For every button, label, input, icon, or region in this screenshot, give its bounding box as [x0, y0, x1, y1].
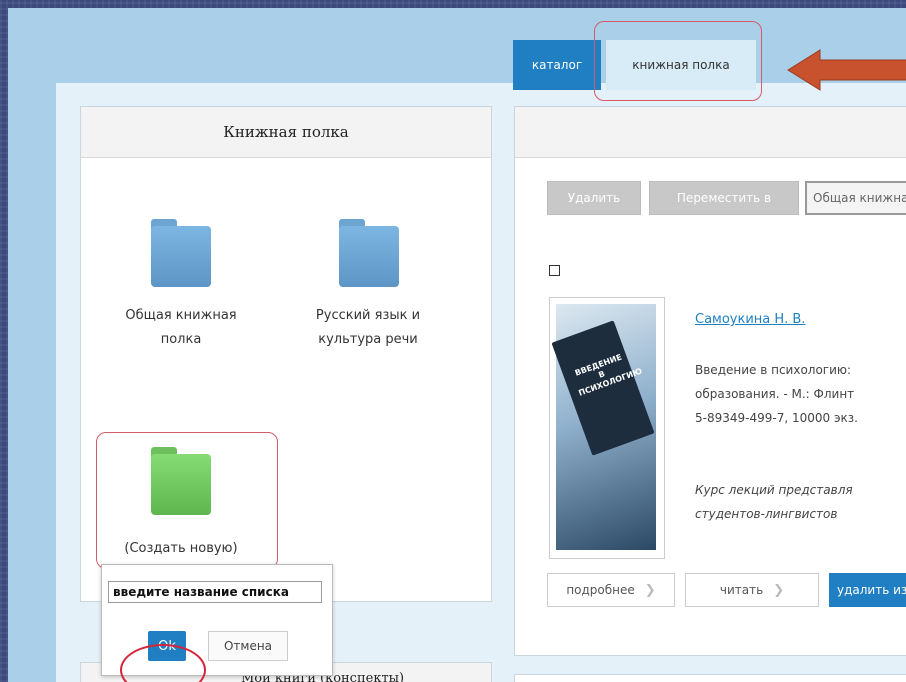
create-folder-highlight-frame [96, 432, 278, 569]
remove-from-shelf-button[interactable]: удалить из полки [829, 573, 906, 607]
tab-highlight-frame [594, 21, 762, 101]
chevron-right-icon: ❯ [773, 582, 785, 598]
book-author-link[interactable]: Самоукина Н. В. [695, 312, 806, 327]
book-description: Введение в психологию: образования. - М.… [695, 363, 858, 425]
cancel-button[interactable]: Отмена [208, 631, 288, 661]
details-button[interactable]: подробнее ❯ [547, 573, 675, 607]
book-annotation: Курс лекций представля студентов-лингвис… [695, 483, 853, 521]
book-list-panel: Удалить Переместить в Общая книжная полк… [514, 106, 906, 656]
read-button[interactable]: читать ❯ [685, 573, 819, 607]
bookshelf-panel-title: Книжная полка [81, 107, 491, 158]
chevron-right-icon: ❯ [644, 582, 656, 598]
book-cover-image[interactable]: ВВЕДЕНИЕ В ПСИХОЛОГИЮ [549, 297, 665, 559]
shelf-select[interactable]: Общая книжная полка [805, 181, 906, 215]
move-button[interactable]: Переместить в [649, 181, 799, 215]
delete-button[interactable]: Удалить [547, 181, 641, 215]
pointer-arrow-icon [787, 49, 906, 91]
book-checkbox[interactable] [549, 265, 560, 276]
next-book-row [514, 674, 906, 682]
folder-russian-label[interactable]: Русский язык и культура речи [293, 304, 443, 352]
folder-icon[interactable] [151, 219, 211, 287]
list-name-input[interactable] [108, 581, 322, 603]
folder-general-label[interactable]: Общая книжная полка [106, 304, 256, 352]
folder-icon[interactable] [339, 219, 399, 287]
app-screen: каталог книжная полка Книжная полка Обща… [8, 8, 906, 682]
tab-catalog[interactable]: каталог [513, 40, 601, 90]
book-list-panel-header [515, 107, 906, 158]
